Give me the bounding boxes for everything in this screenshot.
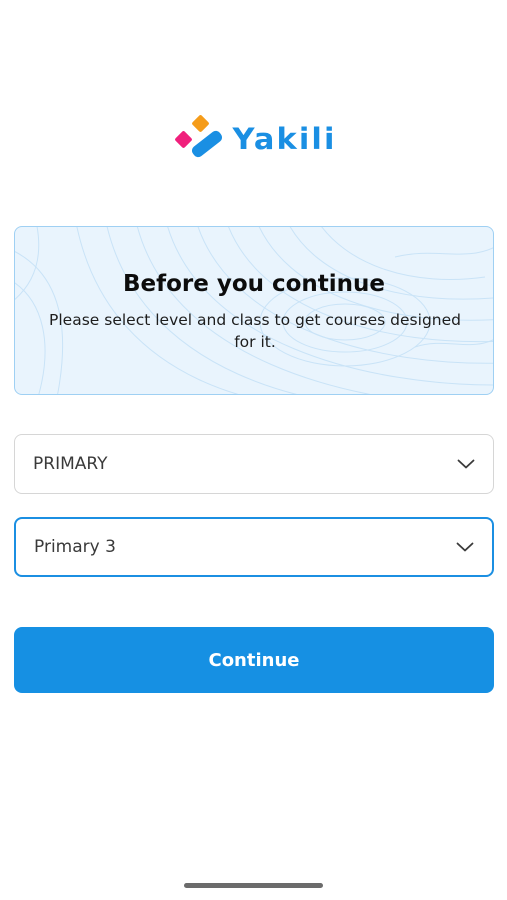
chevron-down-icon	[457, 459, 475, 469]
level-select[interactable]: PRIMARY	[14, 434, 494, 494]
chevron-down-icon	[456, 542, 474, 552]
home-indicator[interactable]	[184, 883, 323, 888]
info-description: Please select level and class to get cou…	[49, 311, 461, 351]
yakili-logo-icon	[175, 115, 223, 158]
level-select-value: PRIMARY	[33, 454, 108, 474]
logo-text: Yakili	[232, 122, 337, 156]
info-card: Before you continue Please select level …	[14, 226, 494, 395]
info-title: Before you continue	[122, 271, 386, 297]
class-select[interactable]: Primary 3	[14, 517, 494, 577]
level-selection-screen: Yakili Before you continue Please select…	[0, 0, 507, 900]
app-logo: Yakili	[0, 112, 507, 166]
continue-button[interactable]: Continue	[14, 627, 494, 693]
class-select-value: Primary 3	[34, 537, 116, 557]
